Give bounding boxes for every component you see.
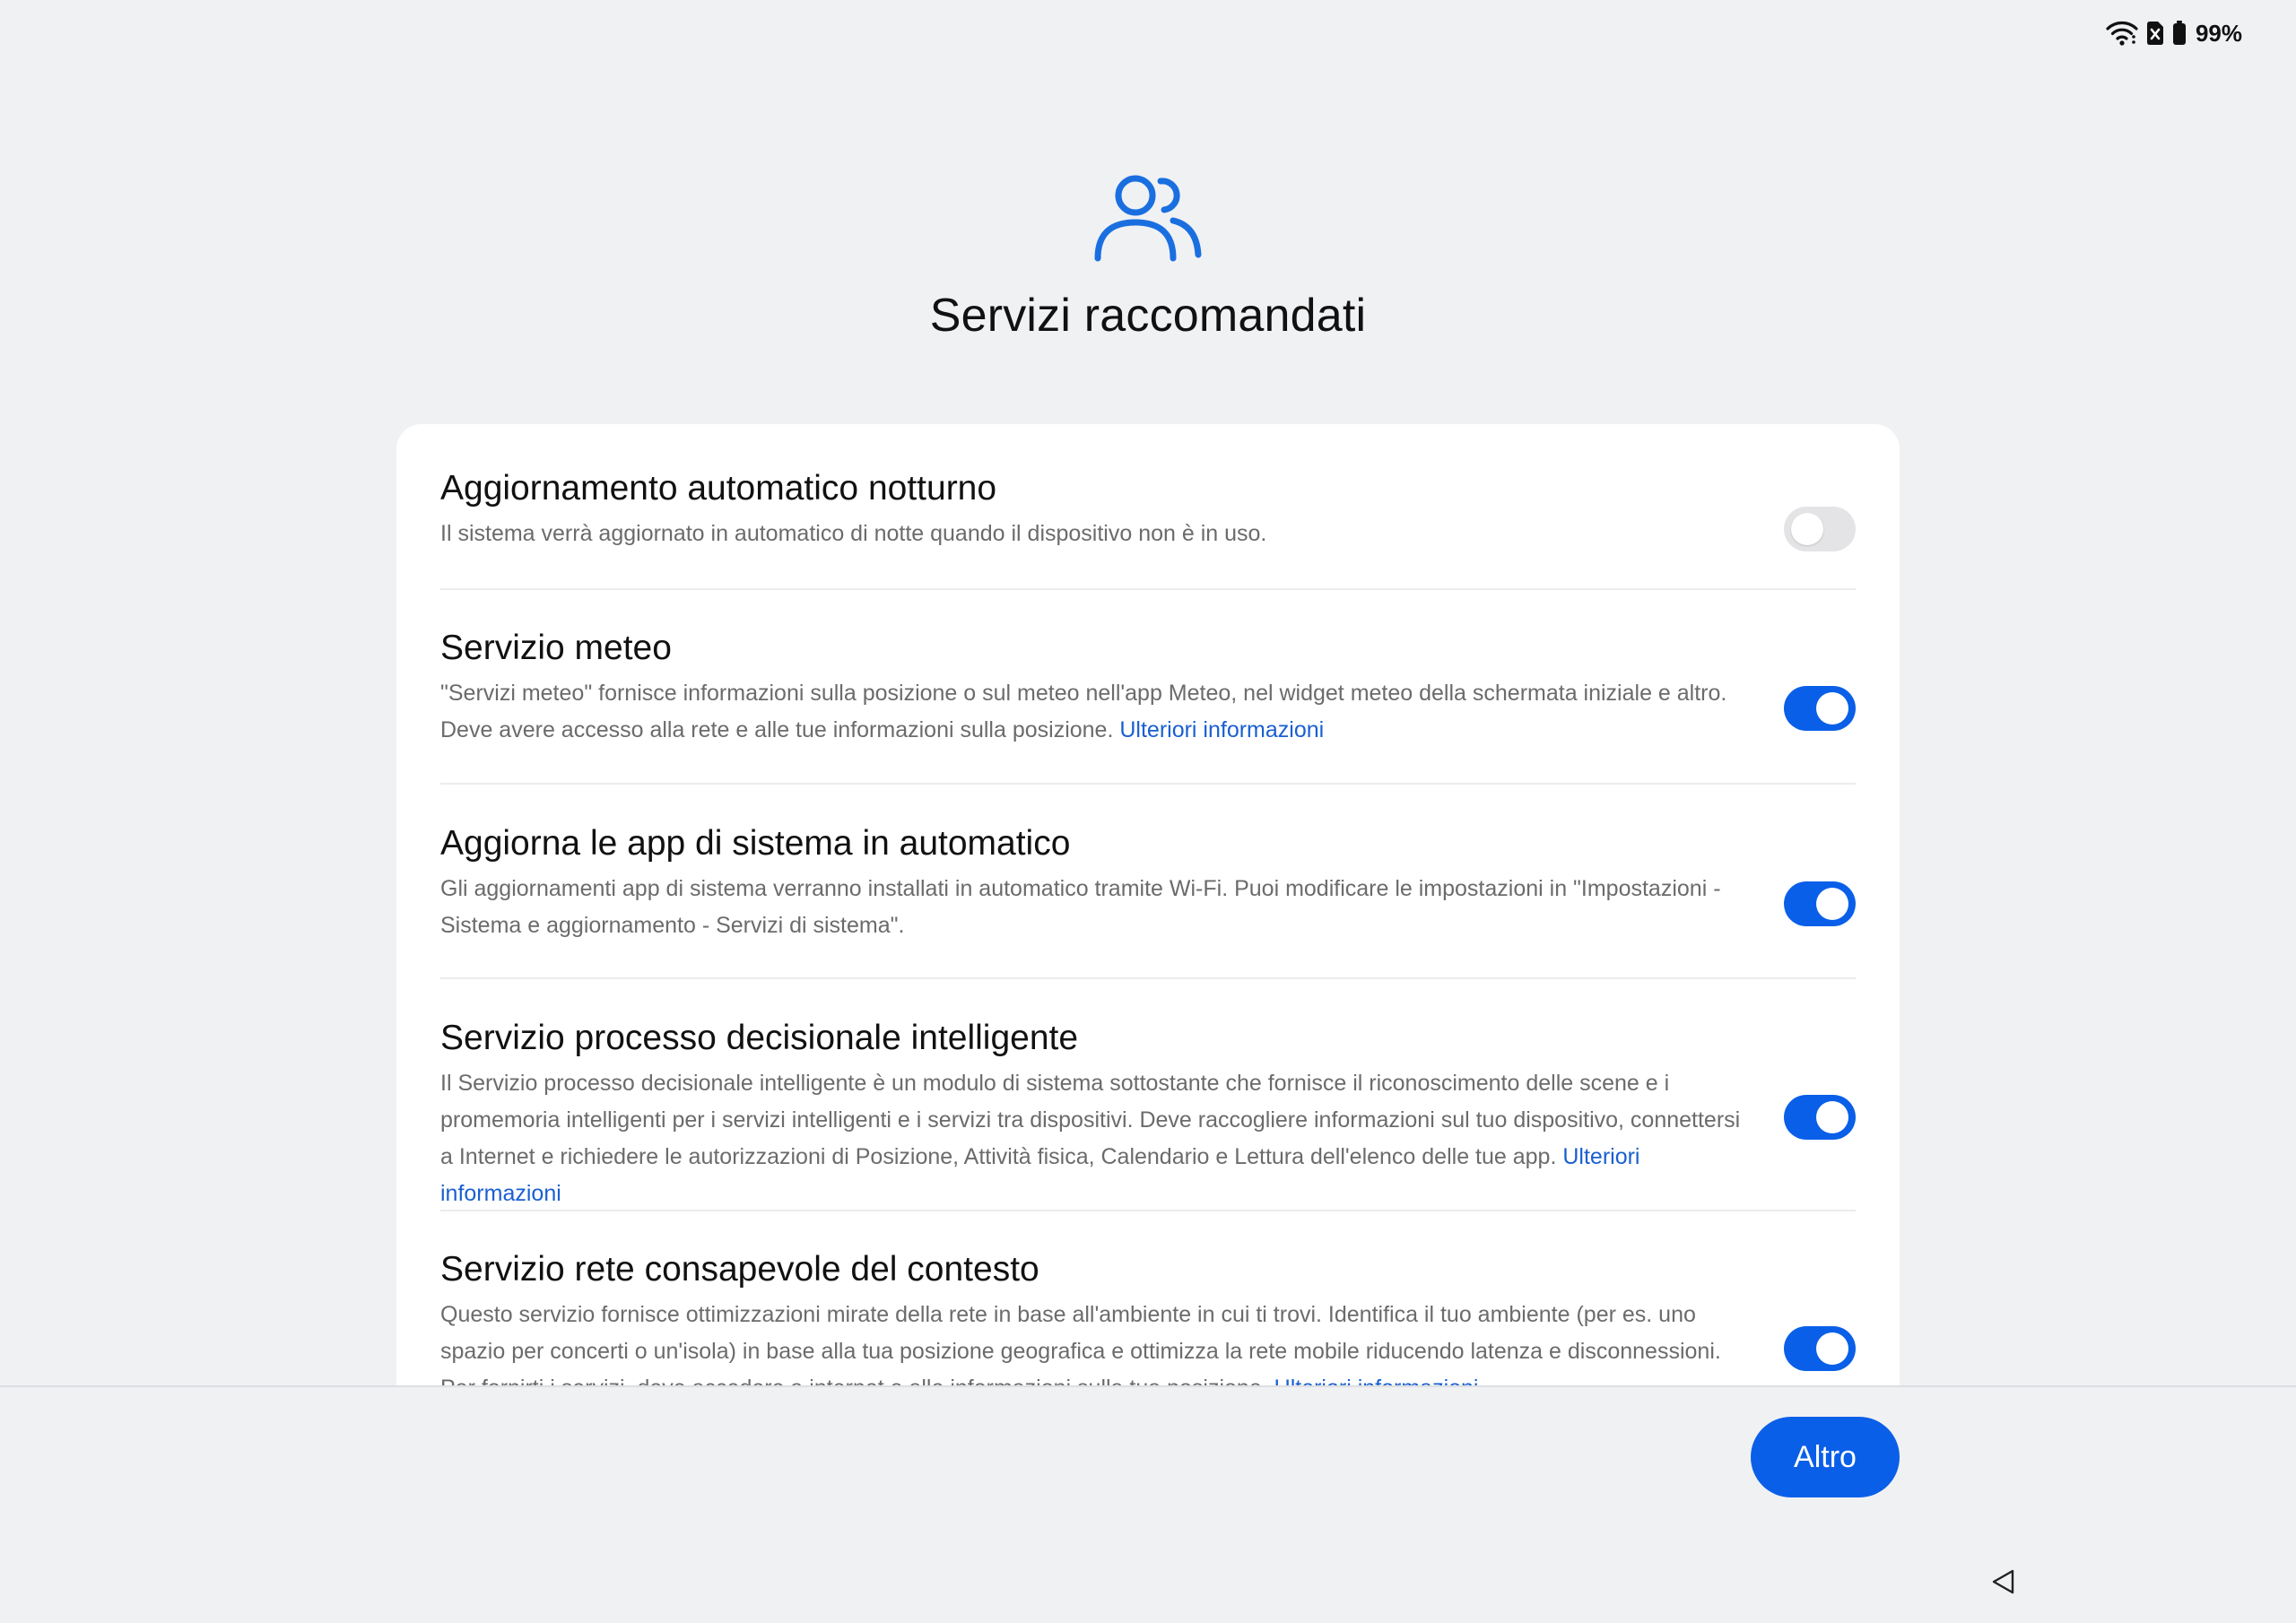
toggle-knob xyxy=(1816,692,1848,725)
divider xyxy=(440,588,1856,590)
services-scroll-area[interactable]: Aggiornamento automatico notturno Il sis… xyxy=(0,0,2296,1386)
back-triangle-icon[interactable] xyxy=(1989,1567,2018,1596)
service-title: Servizio meteo xyxy=(440,629,672,667)
services-card: Aggiornamento automatico notturno Il sis… xyxy=(396,424,1900,1386)
service-title: Servizio processo decisionale intelligen… xyxy=(440,1019,1079,1057)
service-title: Servizio rete consapevole del contesto xyxy=(440,1250,1039,1289)
toggle-intelligent-decision[interactable] xyxy=(1784,1095,1856,1140)
toggle-knob xyxy=(1816,1332,1848,1365)
divider xyxy=(440,977,1856,979)
service-description: "Servizi meteo" fornisce informazioni su… xyxy=(440,681,1727,742)
divider xyxy=(440,783,1856,785)
service-item-context-aware-network: Servizio rete consapevole del contesto Q… xyxy=(440,1248,1856,1386)
service-description: Gli aggiornamenti app di sistema verrann… xyxy=(440,876,1721,938)
next-button[interactable]: Altro xyxy=(1751,1417,1900,1497)
learn-more-link[interactable]: Ulteriori informazioni xyxy=(1119,717,1324,742)
service-item-system-apps-update: Aggiorna le app di sistema in automatico… xyxy=(440,822,1856,944)
toggle-knob xyxy=(1816,1101,1848,1133)
service-description: Il Servizio processo decisionale intelli… xyxy=(440,1071,1741,1206)
toggle-weather[interactable] xyxy=(1784,686,1856,731)
toggle-context-aware-network[interactable] xyxy=(1784,1326,1856,1371)
toggle-system-apps-update[interactable] xyxy=(1784,881,1856,926)
toggle-knob xyxy=(1791,513,1823,545)
service-description: Questo servizio fornisce ottimizzazioni … xyxy=(440,1297,1759,1386)
service-item-nightly-update: Aggiornamento automatico notturno Il sis… xyxy=(440,467,1856,552)
service-item-weather: Servizio meteo "Servizi meteo" fornisce … xyxy=(440,627,1856,749)
service-item-intelligent-decision: Servizio processo decisionale intelligen… xyxy=(440,1017,1856,1212)
toggle-knob xyxy=(1816,888,1848,920)
service-title: Aggiorna le app di sistema in automatico xyxy=(440,824,1071,863)
service-title: Aggiornamento automatico notturno xyxy=(440,469,997,508)
setup-page: 99% Servizi raccomandati Aggiornamento a… xyxy=(0,0,2296,1623)
toggle-nightly-update[interactable] xyxy=(1784,507,1856,551)
bottom-divider xyxy=(0,1385,2296,1387)
service-description: Il sistema verrà aggiornato in automatic… xyxy=(440,521,1267,546)
divider xyxy=(440,1210,1856,1211)
